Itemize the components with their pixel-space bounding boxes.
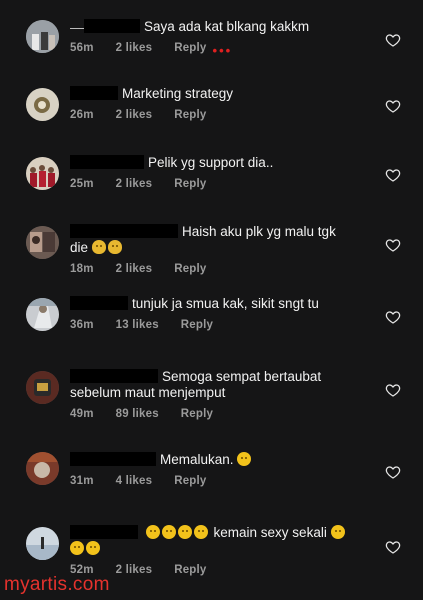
comment-time: 56m xyxy=(70,42,94,54)
avatar[interactable] xyxy=(26,20,59,53)
reply-button[interactable]: Reply xyxy=(174,109,206,121)
redacted-username xyxy=(70,296,128,310)
comment-text: kemain sexy sekali xyxy=(213,525,327,540)
comments-list: Saya ada kat blkang kakkm 56m 2 likes Repl… xyxy=(0,0,423,600)
comment-text: Semoga sempat bertaubat xyxy=(162,369,322,384)
like-heart-icon[interactable] xyxy=(385,464,401,480)
comment-likes[interactable]: 2 likes xyxy=(116,564,153,576)
avatar[interactable] xyxy=(26,226,59,259)
reply-button[interactable]: Reply xyxy=(174,178,206,190)
redacted-username xyxy=(84,19,140,33)
comment-body: Marketing strategy 26m 2 likes Reply xyxy=(70,86,370,121)
like-heart-icon[interactable] xyxy=(385,539,401,555)
like-heart-icon[interactable] xyxy=(385,167,401,183)
reply-button[interactable]: Reply xyxy=(174,263,206,275)
redacted-username xyxy=(70,452,156,466)
like-heart-icon[interactable] xyxy=(385,237,401,253)
comment-text: Pelik yg support dia.. xyxy=(148,155,274,170)
comment-time: 36m xyxy=(70,319,94,331)
redacted-username xyxy=(70,224,178,238)
comment-likes[interactable]: 2 likes xyxy=(116,42,153,54)
comment-text: Memalukan. xyxy=(160,452,234,467)
emoji-icon xyxy=(86,541,100,555)
redacted-username xyxy=(70,525,138,539)
reply-button[interactable]: Reply xyxy=(174,475,206,487)
comment-body: Memalukan. 31m 4 likes Reply xyxy=(70,452,370,487)
comment-time: 49m xyxy=(70,408,94,420)
redacted-username xyxy=(70,155,144,169)
emoji-icon xyxy=(177,525,192,539)
loading-dots: ••• xyxy=(212,43,233,58)
comment-time: 25m xyxy=(70,178,94,190)
like-heart-icon[interactable] xyxy=(385,98,401,114)
like-heart-icon[interactable] xyxy=(385,309,401,325)
comment-text: Haish aku plk yg malu tgk xyxy=(182,224,336,239)
reply-button[interactable]: Reply xyxy=(174,42,206,54)
watermark: myartis.com xyxy=(4,574,110,595)
comment-text-continued: sebelum maut menjemput xyxy=(70,385,226,400)
comment-text: tunjuk ja smua kak, sikit sngt tu xyxy=(132,296,319,311)
like-heart-icon[interactable] xyxy=(385,32,401,48)
like-heart-icon[interactable] xyxy=(385,382,401,398)
comment-text: Saya ada kat blkang kakkm xyxy=(144,19,310,34)
emoji-icon xyxy=(237,452,252,466)
comment-likes[interactable]: 13 likes xyxy=(116,319,159,331)
redacted-username xyxy=(70,369,158,383)
comment-likes[interactable]: 4 likes xyxy=(116,475,153,487)
comment-text: Marketing strategy xyxy=(122,86,234,101)
comment-body: Pelik yg support dia.. 25m 2 likes Reply xyxy=(70,155,370,190)
emoji-icon xyxy=(91,240,106,254)
comment-text-continued: die xyxy=(70,240,89,255)
redacted-username xyxy=(70,22,84,29)
comment-likes[interactable]: 2 likes xyxy=(116,178,153,190)
comment-time: 26m xyxy=(70,109,94,121)
emoji-icon xyxy=(193,525,208,539)
comment-body: tunjuk ja smua kak, sikit sngt tu 36m 13 … xyxy=(70,296,370,331)
emoji-icon xyxy=(70,541,84,555)
comment-body: kemain sexy sekali 52m 2 likes Reply xyxy=(70,525,370,576)
comment-likes[interactable]: 89 likes xyxy=(116,408,159,420)
comment-likes[interactable]: 2 likes xyxy=(116,263,153,275)
avatar[interactable] xyxy=(26,157,59,190)
emoji-icon xyxy=(161,525,176,539)
avatar[interactable] xyxy=(26,88,59,121)
comment-body: Semoga sempat bertaubat sebelum maut men… xyxy=(70,369,370,420)
avatar[interactable] xyxy=(26,371,59,404)
avatar[interactable] xyxy=(26,452,59,485)
comment-likes[interactable]: 2 likes xyxy=(116,109,153,121)
comment-body: Saya ada kat blkang kakkm 56m 2 likes Repl… xyxy=(70,19,370,58)
emoji-icon xyxy=(145,525,160,539)
avatar[interactable] xyxy=(26,527,59,560)
comment-time: 31m xyxy=(70,475,94,487)
reply-button[interactable]: Reply xyxy=(174,564,206,576)
comment-time: 18m xyxy=(70,263,94,275)
reply-button[interactable]: Reply xyxy=(181,319,213,331)
reply-button[interactable]: Reply xyxy=(181,408,213,420)
comment-body: Haish aku plk yg malu tgk die 18m 2 likes… xyxy=(70,224,370,275)
avatar[interactable] xyxy=(26,298,59,331)
emoji-icon xyxy=(330,525,345,539)
redacted-username xyxy=(70,86,118,100)
emoji-icon xyxy=(107,240,122,254)
